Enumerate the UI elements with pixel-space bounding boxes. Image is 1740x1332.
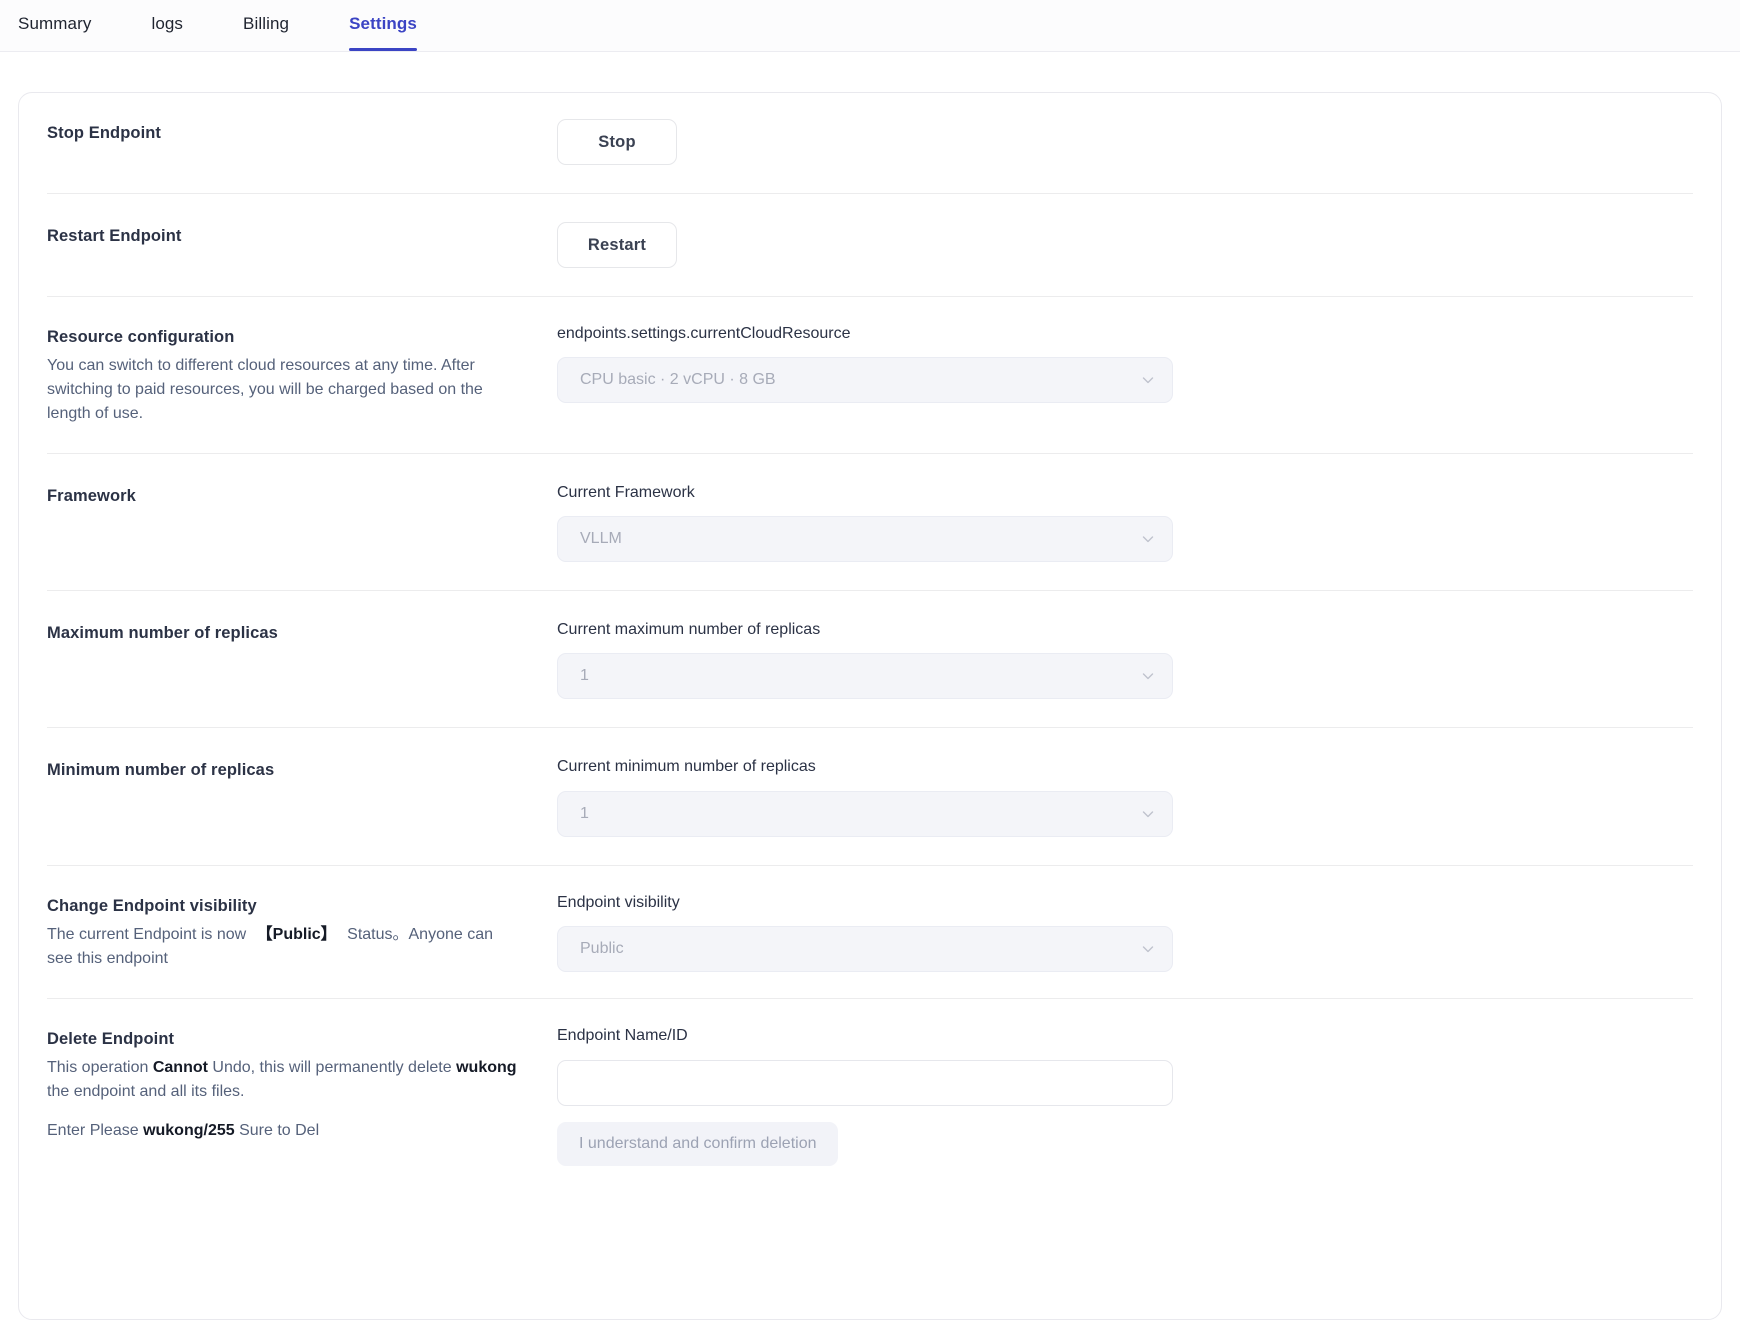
delete-warn-part1: This operation [47,1059,148,1076]
chevron-down-icon [1140,941,1156,957]
delete-endpoint-form: Endpoint Name/ID I understand and confir… [557,1025,1693,1165]
framework-title: Framework [47,484,557,509]
resource-configuration-field: endpoints.settings.currentCloudResource … [557,323,1693,403]
restart-endpoint-title: Restart Endpoint [47,224,557,249]
settings-card: Stop Endpoint Stop Restart Endpoint Rest… [18,92,1722,1320]
endpoint-visibility-description: The current Endpoint is now 【Public】 Sta… [47,923,517,972]
min-replicas-title: Minimum number of replicas [47,758,557,783]
max-replicas-select[interactable]: 1 [557,653,1173,699]
tab-bar: Summary logs Billing Settings [0,0,1740,52]
chevron-down-icon [1140,806,1156,822]
tab-logs[interactable]: logs [151,0,183,50]
max-replicas-info: Maximum number of replicas [47,619,557,650]
stop-button[interactable]: Stop [557,119,677,165]
delete-warn-endpoint-name: wukong [456,1059,516,1076]
resource-configuration-value: CPU basic · 2 vCPU · 8 GB [580,371,776,389]
delete-endpoint-info: Delete Endpoint This operation Cannot Un… [47,1025,557,1143]
stop-endpoint-action: Stop [557,119,1693,165]
delete-warn-part2: Undo, this will permanently delete [212,1059,451,1076]
endpoint-visibility-info: Change Endpoint visibility The current E… [47,892,557,971]
endpoint-visibility-select[interactable]: Public [557,926,1173,972]
min-replicas-select[interactable]: 1 [557,791,1173,837]
min-replicas-field: Current minimum number of replicas 1 [557,756,1693,836]
delete-instr-part2: Sure to Del [239,1122,319,1139]
chevron-down-icon [1140,531,1156,547]
restart-endpoint-action: Restart [557,222,1693,268]
max-replicas-value: 1 [580,667,589,685]
section-framework: Framework Current Framework VLLM [19,454,1721,590]
tab-summary[interactable]: Summary [18,0,91,50]
warning-spacer [47,1105,557,1119]
restart-button[interactable]: Restart [557,222,677,268]
endpoint-name-id-input[interactable] [557,1060,1173,1106]
stop-endpoint-title: Stop Endpoint [47,121,557,146]
endpoint-visibility-field-label: Endpoint visibility [557,892,1693,914]
resource-configuration-field-label: endpoints.settings.currentCloudResource [557,323,1693,345]
resource-configuration-info: Resource configuration You can switch to… [47,323,557,427]
framework-field: Current Framework VLLM [557,482,1693,562]
framework-field-label: Current Framework [557,482,1693,504]
visibility-status-badge: 【Public】 [257,926,337,943]
framework-info: Framework [47,482,557,513]
resource-configuration-title: Resource configuration [47,325,557,350]
endpoint-visibility-title: Change Endpoint visibility [47,894,557,919]
stop-endpoint-info: Stop Endpoint [47,119,557,150]
restart-endpoint-info: Restart Endpoint [47,222,557,253]
resource-configuration-select[interactable]: CPU basic · 2 vCPU · 8 GB [557,357,1173,403]
section-endpoint-visibility: Change Endpoint visibility The current E… [19,866,1721,998]
endpoint-visibility-field: Endpoint visibility Public [557,892,1693,972]
max-replicas-title: Maximum number of replicas [47,621,557,646]
min-replicas-value: 1 [580,805,589,823]
resource-configuration-description: You can switch to different cloud resour… [47,354,517,427]
section-min-replicas: Minimum number of replicas Current minim… [19,728,1721,864]
delete-warn-part3: the endpoint and all its files. [47,1083,244,1100]
confirm-deletion-button[interactable]: I understand and confirm deletion [557,1122,838,1166]
delete-endpoint-warning: This operation Cannot Undo, this will pe… [47,1056,517,1105]
chevron-down-icon [1140,372,1156,388]
tab-settings[interactable]: Settings [349,0,417,50]
tab-billing[interactable]: Billing [243,0,289,50]
delete-warn-cannot: Cannot [153,1059,208,1076]
min-replicas-info: Minimum number of replicas [47,756,557,787]
visibility-desc-part1: The current Endpoint is now [47,926,246,943]
endpoint-visibility-value: Public [580,940,624,958]
section-restart-endpoint: Restart Endpoint Restart [19,194,1721,296]
section-max-replicas: Maximum number of replicas Current maxim… [19,591,1721,727]
max-replicas-field: Current maximum number of replicas 1 [557,619,1693,699]
endpoint-name-id-label: Endpoint Name/ID [557,1025,1693,1047]
framework-select[interactable]: VLLM [557,516,1173,562]
min-replicas-field-label: Current minimum number of replicas [557,756,1693,778]
section-stop-endpoint: Stop Endpoint Stop [19,93,1721,193]
max-replicas-field-label: Current maximum number of replicas [557,619,1693,641]
delete-instr-part1: Enter Please [47,1122,139,1139]
delete-endpoint-title: Delete Endpoint [47,1027,557,1052]
delete-endpoint-instruction: Enter Please wukong/255 Sure to Del [47,1119,517,1143]
chevron-down-icon [1140,668,1156,684]
form-spacer [557,1106,1693,1122]
section-resource-configuration: Resource configuration You can switch to… [19,297,1721,453]
framework-value: VLLM [580,530,622,548]
section-delete-endpoint: Delete Endpoint This operation Cannot Un… [19,999,1721,1191]
delete-instr-confirm-token: wukong/255 [143,1122,235,1139]
